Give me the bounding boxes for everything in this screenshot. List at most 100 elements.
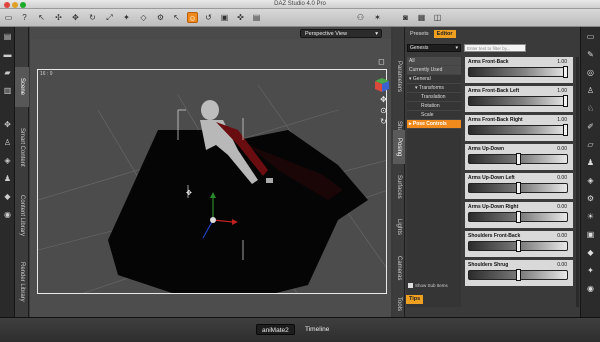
tab-animate2[interactable]: aniMate2 — [256, 324, 295, 335]
tree-item[interactable]: Currently Used — [407, 66, 461, 75]
joint-editor-icon[interactable]: ✦ — [121, 12, 132, 23]
orbit-icon[interactable]: ↻ — [379, 117, 388, 126]
content-library-icon[interactable]: ▤ — [2, 31, 13, 42]
bones-icon[interactable]: ✦ — [585, 265, 596, 276]
view-cube-icon[interactable] — [374, 77, 390, 93]
slider-track[interactable] — [468, 67, 568, 77]
slider-value[interactable]: 0.00 — [557, 146, 567, 152]
material-icon[interactable]: ◉ — [585, 283, 596, 294]
property-slider[interactable]: Arms Up-Down 0.00 — [465, 144, 573, 170]
tab-timeline[interactable]: Timeline — [300, 324, 334, 335]
tab-render-library[interactable]: Render Library — [15, 251, 29, 313]
tree-item[interactable]: ▾ General — [407, 75, 461, 84]
tab-smart-content[interactable]: Smart Content — [15, 115, 29, 179]
universal-tool-icon[interactable]: ✣ — [53, 12, 64, 23]
render-settings-icon[interactable]: ◫ — [432, 12, 443, 23]
property-slider[interactable]: Arms Front-Back Left 1.00 — [465, 86, 573, 112]
property-slider[interactable]: Arms Front-Back 1.00 — [465, 57, 573, 83]
render-icon[interactable]: ▦ — [416, 12, 427, 23]
folder-icon[interactable]: ▬ — [2, 49, 13, 60]
rotate-tool-icon[interactable]: ↻ — [87, 12, 98, 23]
slider-value[interactable]: 1.00 — [557, 59, 567, 65]
prop-icon[interactable]: ◈ — [2, 155, 13, 166]
slider-thumb[interactable] — [515, 269, 521, 281]
property-slider[interactable]: Arms Up-Down Right 0.00 — [465, 202, 573, 228]
tab-content-library[interactable]: Content Library — [15, 183, 29, 249]
show-sub-items-checkbox[interactable]: Show Sub Items — [408, 283, 448, 289]
render-queue-icon[interactable]: ▣ — [585, 229, 596, 240]
pan-icon[interactable]: ✥ — [379, 95, 388, 104]
slider-thumb[interactable] — [563, 124, 568, 136]
light-icon[interactable]: ☀ — [585, 211, 596, 222]
figure-pose-icon[interactable]: ♙ — [585, 85, 596, 96]
figure-select[interactable]: Genesis ▾ — [407, 44, 461, 52]
minimize-panel-icon[interactable]: ▭ — [585, 31, 596, 42]
walk-icon[interactable]: ♘ — [585, 103, 596, 114]
tab-posing[interactable]: Posing — [393, 130, 405, 164]
light-tool-icon[interactable]: ✶ — [372, 12, 383, 23]
active-pose-icon[interactable]: ☺ — [187, 12, 198, 23]
slider-value[interactable]: 1.00 — [557, 88, 567, 94]
brush-icon[interactable]: ▱ — [585, 139, 596, 150]
property-slider[interactable]: Arms Up-Down Left 0.00 — [465, 173, 573, 199]
tab-editor[interactable]: Editor — [433, 30, 456, 38]
slider-value[interactable]: 0.00 — [557, 233, 567, 239]
slider-thumb[interactable] — [515, 211, 521, 223]
slider-value[interactable]: 1.00 — [557, 117, 567, 123]
pose-icon[interactable]: ♟ — [2, 173, 13, 184]
tree-item[interactable]: ▸ Pose Controls — [407, 120, 461, 129]
figure-icon[interactable]: ♙ — [2, 137, 13, 148]
tab-surfaces[interactable]: Surfaces — [393, 167, 405, 207]
material-icon[interactable]: ◉ — [2, 209, 13, 220]
tab-scene[interactable]: Scene — [15, 67, 29, 107]
lamp-icon[interactable]: ♟ — [585, 157, 596, 168]
figure-tool-icon[interactable]: ⚇ — [355, 12, 366, 23]
region-navigator-icon[interactable]: ↺ — [203, 12, 214, 23]
tree-item[interactable]: ▾ Transforms — [407, 84, 461, 93]
dial-icon[interactable]: ◎ — [585, 67, 596, 78]
settings-icon[interactable]: ⚙ — [585, 193, 596, 204]
tree-item[interactable]: All — [407, 57, 461, 66]
slider-thumb[interactable] — [515, 240, 521, 252]
slider-thumb[interactable] — [515, 182, 521, 194]
tab-presets[interactable]: Presets — [407, 30, 432, 38]
slider-scrollbar[interactable] — [576, 57, 579, 307]
bulb-icon[interactable]: ◈ — [585, 175, 596, 186]
slider-value[interactable]: 0.00 — [557, 175, 567, 181]
save-icon[interactable]: ▥ — [2, 85, 13, 96]
pointer-icon[interactable]: ↖ — [36, 12, 47, 23]
viewport-options-icon[interactable]: ◻ — [377, 57, 386, 66]
surface-selection-icon[interactable]: ↖ — [171, 12, 182, 23]
property-slider[interactable]: Arms Front-Back Right 1.00 — [465, 115, 573, 141]
tree-item[interactable]: Scale — [407, 111, 461, 120]
new-scene-icon[interactable]: ▭ — [3, 12, 14, 23]
plugin-icon[interactable]: ◆ — [585, 247, 596, 258]
scale-tool-icon[interactable]: ⤢ — [104, 12, 115, 23]
pose-tool-icon[interactable]: ✜ — [235, 12, 246, 23]
wardrobe-icon[interactable]: ✥ — [2, 119, 13, 130]
tips-button[interactable]: Tips — [406, 295, 424, 304]
spot-render-icon[interactable]: ▣ — [219, 12, 230, 23]
shape-icon[interactable]: ◆ — [2, 191, 13, 202]
slider-thumb[interactable] — [515, 153, 521, 165]
camera-select[interactable]: Perspective View ▾ — [300, 29, 382, 38]
slider-track[interactable] — [468, 96, 568, 106]
tab-tools[interactable]: Tools — [393, 291, 405, 317]
translate-icon[interactable]: ✥ — [70, 12, 81, 23]
property-slider[interactable]: Shoulders Front-Back 0.00 — [465, 231, 573, 257]
node-weight-icon[interactable]: ⚙ — [155, 12, 166, 23]
help-icon[interactable]: ? — [19, 12, 30, 23]
slider-value[interactable]: 0.00 — [557, 204, 567, 210]
slider-thumb[interactable] — [563, 66, 568, 78]
camera-icon[interactable]: ◙ — [400, 12, 411, 23]
geometry-editor-icon[interactable]: ◇ — [138, 12, 149, 23]
zoom-icon[interactable]: ⊙ — [379, 106, 388, 115]
open-file-icon[interactable]: ▰ — [2, 67, 13, 78]
slider-value[interactable]: 0.00 — [557, 262, 567, 268]
animation-icon[interactable]: ✎ — [585, 49, 596, 60]
3d-viewport[interactable]: 16 : 9 ✥ — [37, 69, 387, 294]
property-slider[interactable]: Shoulders Shrug 0.00 — [465, 260, 573, 286]
pen-icon[interactable]: ✐ — [585, 121, 596, 132]
camera-tool-icon[interactable]: ▤ — [251, 12, 262, 23]
tree-item[interactable]: Rotation — [407, 102, 461, 111]
